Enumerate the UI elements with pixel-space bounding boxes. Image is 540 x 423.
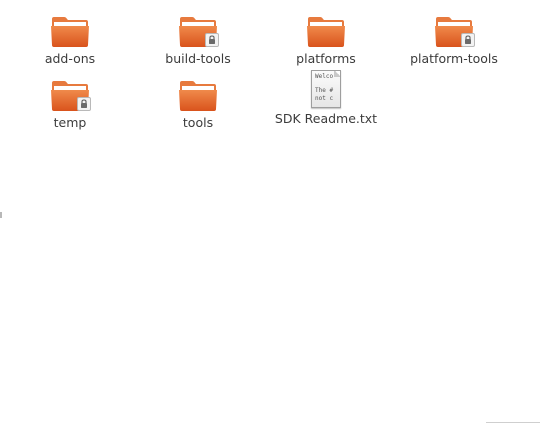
item-label: add-ons [44,51,96,66]
item-label: platforms [296,51,356,66]
folder-icon [306,14,346,48]
folder-platform-tools[interactable]: platform-tools [394,14,514,67]
preview-line: The # [315,87,334,94]
lock-icon [77,97,91,111]
folder-icon [434,14,475,48]
window-edge-mark [0,212,2,218]
item-label: build-tools [165,51,231,66]
file-sdk-readme[interactable]: Welco The # not c SDK Readme.txt [266,70,386,127]
lock-icon [461,33,475,47]
folder-temp[interactable]: temp [10,78,130,131]
folder-add-ons[interactable]: add-ons [10,14,130,67]
folder-platforms[interactable]: platforms [266,14,386,67]
preview-line: not c [315,95,334,102]
lock-icon [205,33,219,47]
item-label: SDK Readme.txt [274,111,378,126]
text-file-icon: Welco The # not c [311,70,341,108]
folder-icon [50,78,91,112]
folder-icon [178,14,219,48]
folder-tools[interactable]: tools [138,78,258,131]
file-manager-icon-view: add-ons build-tools platforms platform-t… [0,0,540,423]
folder-icon [178,78,218,112]
item-label: tools [182,115,214,130]
folder-icon [50,14,90,48]
item-label: platform-tools [410,51,498,66]
item-label: temp [53,115,87,130]
page-fold-icon [334,71,340,77]
folder-build-tools[interactable]: build-tools [138,14,258,67]
